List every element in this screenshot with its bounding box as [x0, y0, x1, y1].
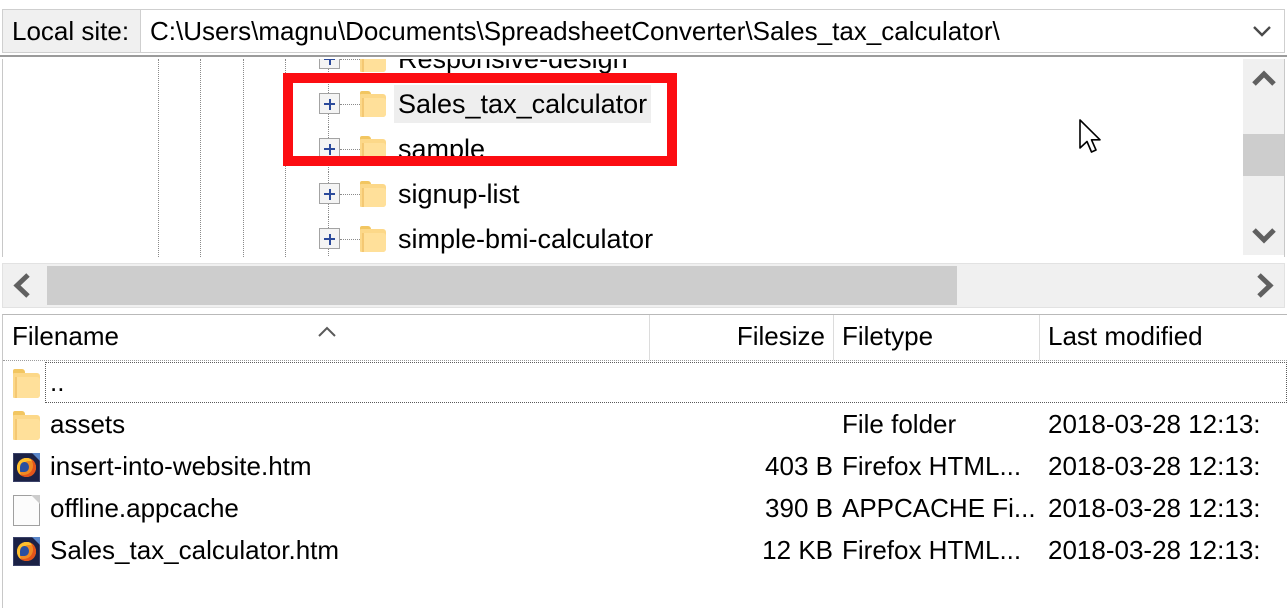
file-size-cell: 390 B [765, 493, 833, 523]
plus-expander-icon[interactable] [319, 183, 340, 204]
file-list-row[interactable]: Sales_tax_calculator.htm 12 KB Firefox H… [3, 530, 1287, 572]
tree-row[interactable]: sample [3, 127, 1243, 172]
local-file-list[interactable]: Filename Filesize Filetype Last modified… [2, 314, 1287, 608]
last-modified-cell: 2018-03-28 12:13: [1048, 493, 1261, 523]
chevron-down-icon[interactable] [1243, 213, 1284, 255]
file-size-cell: 12 KB [762, 535, 833, 565]
tree-item-label[interactable]: simple-bmi-calculator [394, 220, 657, 257]
chevron-up-icon[interactable] [1243, 59, 1284, 101]
local-site-path-bar: Local site: C:\Users\magnu\Documents\Spr… [0, 0, 1287, 57]
folder-icon [360, 136, 386, 162]
tree-item-label[interactable]: sample [394, 130, 489, 168]
last-modified-cell: 2018-03-28 12:13: [1048, 409, 1261, 439]
local-site-path-combobox[interactable]: C:\Users\magnu\Documents\SpreadsheetConv… [141, 9, 1285, 53]
last-modified-cell [1048, 362, 1287, 404]
chevron-right-icon[interactable] [1244, 264, 1284, 307]
file-name-cell[interactable]: insert-into-website.htm [50, 446, 312, 488]
file-list-row[interactable]: offline.appcache 390 B APPCACHE Fi... 20… [3, 488, 1287, 530]
tree-item-label[interactable]: Responsive-design [394, 59, 632, 78]
tree-connector-line [340, 104, 360, 105]
file-name-cell[interactable]: Sales_tax_calculator.htm [50, 530, 339, 572]
local-directory-tree-pane[interactable]: Responsive-design Sales_tax_calculator s… [2, 59, 1285, 257]
folder-icon [360, 91, 386, 117]
tree-connector-line [340, 59, 360, 60]
plus-expander-icon[interactable] [319, 59, 340, 69]
file-list-row[interactable]: assets File folder 2018-03-28 12:13: [3, 404, 1287, 446]
column-header-last-modified[interactable]: Last modified [1048, 315, 1203, 360]
tree-horizontal-scrollbar-thumb[interactable] [47, 266, 957, 305]
plus-expander-icon[interactable] [319, 138, 340, 159]
tree-horizontal-scrollbar[interactable] [2, 263, 1285, 308]
tree-row[interactable]: Sales_tax_calculator [3, 82, 1243, 127]
column-header-filesize[interactable]: Filesize [649, 315, 833, 360]
tree-connector-line [340, 239, 360, 240]
plus-expander-icon[interactable] [319, 93, 340, 114]
folder-icon [13, 369, 40, 398]
plus-expander-icon[interactable] [319, 228, 340, 249]
chevron-left-icon[interactable] [3, 264, 43, 307]
blank-document-icon [13, 495, 40, 526]
file-size-cell: 403 B [765, 451, 833, 481]
tree-connector-line [340, 194, 360, 195]
column-header-filename[interactable]: Filename [12, 315, 119, 360]
tree-item-label[interactable]: signup-list [394, 175, 524, 213]
column-header-filetype[interactable]: Filetype [842, 315, 933, 360]
file-size-cell [649, 362, 841, 404]
file-list-row[interactable]: insert-into-website.htm 403 B Firefox HT… [3, 446, 1287, 488]
folder-icon [13, 411, 40, 440]
file-type-cell: Firefox HTML... [842, 451, 1022, 481]
column-divider[interactable] [833, 315, 834, 360]
file-name-cell[interactable]: offline.appcache [50, 488, 239, 530]
sort-ascending-icon [316, 325, 338, 339]
tree-item-label-selected[interactable]: Sales_tax_calculator [394, 85, 652, 123]
local-site-label: Local site: [2, 9, 141, 53]
file-list-row[interactable]: .. [3, 362, 1287, 404]
local-site-path-value[interactable]: C:\Users\magnu\Documents\SpreadsheetConv… [150, 10, 1000, 52]
file-type-cell: Firefox HTML... [842, 535, 1022, 565]
tree-row[interactable]: Responsive-design [3, 59, 1243, 82]
tree-row[interactable]: simple-bmi-calculator [3, 217, 1243, 257]
file-list-header: Filename Filesize Filetype Last modified [3, 315, 1287, 361]
tree-connector-line [340, 149, 360, 150]
file-size-cell [649, 404, 841, 446]
chevron-down-icon[interactable] [1250, 21, 1274, 41]
tree-vertical-scrollbar-thumb[interactable] [1243, 134, 1284, 176]
file-name-cell[interactable]: assets [50, 404, 125, 446]
tree-viewport: Responsive-design Sales_tax_calculator s… [3, 59, 1243, 257]
firefox-html-document-icon [13, 537, 40, 566]
file-type-cell: APPCACHE Fi... [842, 493, 1036, 523]
firefox-html-document-icon [13, 453, 40, 482]
file-type-cell: File folder [842, 409, 957, 439]
file-name-cell[interactable]: .. [50, 362, 64, 404]
tree-vertical-scrollbar[interactable] [1242, 59, 1284, 255]
folder-icon [360, 181, 386, 207]
column-divider[interactable] [1039, 315, 1040, 360]
folder-icon [360, 226, 386, 252]
last-modified-cell: 2018-03-28 12:13: [1048, 451, 1261, 481]
tree-row[interactable]: signup-list [3, 172, 1243, 217]
folder-icon [360, 59, 386, 72]
last-modified-cell: 2018-03-28 12:13: [1048, 535, 1261, 565]
